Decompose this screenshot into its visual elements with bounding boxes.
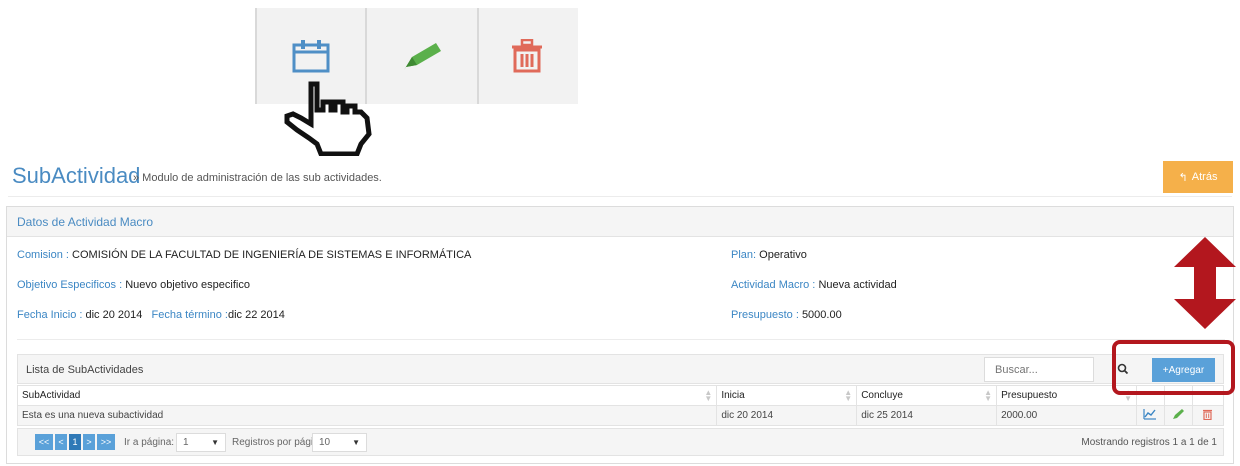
fechas-row: Fecha Inicio : dic 20 2014 Fecha término…	[17, 309, 285, 321]
pagination-bar: << < 1 > >> Ir a página: 1 ▼ Registros p…	[17, 428, 1224, 456]
pointer-hand-icon	[284, 81, 372, 156]
per-page-select[interactable]: 10 ▼	[312, 433, 367, 452]
presupuesto-value: 5000.00	[801, 309, 842, 321]
sort-icon[interactable]: ▲ ▼	[704, 389, 712, 403]
line-chart-icon[interactable]	[1143, 408, 1157, 420]
current-page-button[interactable]: 1	[69, 434, 81, 450]
dropdown-arrow-icon: ▼	[352, 438, 360, 447]
comision-label: Comision :	[17, 249, 69, 261]
objetivo-label: Objetivo Especificos :	[17, 279, 123, 291]
comision-row: Comision : COMISIÓN DE LA FACULTAD DE IN…	[17, 249, 471, 261]
table-row: Esta es una nueva subactividad dic 20 20…	[16, 405, 1225, 426]
next-page-button[interactable]: >	[83, 434, 95, 450]
first-page-button[interactable]: <<	[35, 434, 53, 450]
objetivo-row: Objetivo Especificos : Nuevo objetivo es…	[17, 279, 250, 291]
panel-title: Datos de Actividad Macro	[7, 207, 1233, 237]
search-input[interactable]	[984, 357, 1094, 382]
comision-value: COMISIÓN DE LA FACULTAD DE INGENIERÍA DE…	[72, 249, 472, 261]
goto-page-label: Ir a página:	[124, 437, 175, 448]
goto-page-select[interactable]: 1 ▼	[176, 433, 226, 452]
pencil-icon[interactable]	[1172, 408, 1185, 420]
double-arrow-annotation	[1174, 237, 1236, 329]
edit-action[interactable]	[367, 8, 479, 104]
column-header-subactividad[interactable]: SubActividad ▲ ▼	[16, 385, 718, 406]
presupuesto-label: Presupuesto :	[731, 309, 799, 321]
pencil-icon	[404, 43, 441, 70]
header-divider	[8, 196, 1232, 197]
cell-delete-action	[1191, 405, 1225, 426]
cell-presupuesto: 2000.00	[996, 405, 1137, 426]
delete-action[interactable]	[479, 8, 574, 104]
column-header-concluye[interactable]: Concluye ▲ ▼	[856, 385, 998, 406]
list-title: Lista de SubActividades	[26, 364, 144, 376]
subactividades-header: Lista de SubActividades +Agregar	[17, 354, 1224, 384]
dropdown-arrow-icon: ▼	[211, 438, 219, 447]
sort-icon[interactable]: ▲ ▼	[984, 389, 992, 403]
info-divider	[17, 339, 1225, 340]
cell-inicia: dic 20 2014	[716, 405, 858, 426]
page-title: SubActividad	[12, 163, 141, 188]
back-button-label: Atrás	[1191, 171, 1218, 183]
calendar-icon	[292, 40, 330, 73]
highlight-box-annotation	[1112, 340, 1235, 395]
records-summary: Mostrando registros 1 a 1 de 1	[1081, 437, 1217, 448]
cell-concluye: dic 25 2014	[856, 405, 998, 426]
column-header-inicia[interactable]: Inicia ▲ ▼	[716, 385, 858, 406]
page-subtitle: » Modulo de administración de las sub ac…	[133, 172, 382, 184]
back-button[interactable]: ↰ Atrás	[1163, 161, 1233, 193]
subactividades-table: SubActividad ▲ ▼ Inicia ▲ ▼ Concluye ▲ ▼ Presu…	[16, 385, 1225, 426]
fecha-termino-value: dic 22 2014	[227, 309, 285, 321]
objetivo-value: Nuevo objetivo especifico	[125, 279, 250, 291]
fecha-termino-label: Fecha término :	[151, 309, 228, 321]
presupuesto-row: Presupuesto : 5000.00	[731, 309, 842, 321]
cell-subactividad: Esta es una nueva subactividad	[16, 405, 718, 426]
fecha-inicio-value: dic 20 2014	[85, 309, 143, 321]
actividad-value: Nueva actividad	[818, 279, 897, 291]
sort-icon[interactable]: ▲ ▼	[844, 389, 852, 403]
fecha-inicio-label: Fecha Inicio :	[17, 309, 83, 321]
actividad-macro-panel: Datos de Actividad Macro Comision : COMI…	[6, 206, 1234, 464]
cell-edit-action	[1163, 405, 1193, 426]
trash-icon[interactable]	[1202, 408, 1213, 421]
prev-page-button[interactable]: <	[55, 434, 67, 450]
plan-value: Operativo	[759, 249, 807, 261]
actividad-row: Actividad Macro : Nueva actividad	[731, 279, 897, 291]
plan-label: Plan:	[731, 249, 757, 261]
cell-chart-action	[1135, 405, 1165, 426]
actividad-label: Actividad Macro :	[731, 279, 816, 291]
table-header-row: SubActividad ▲ ▼ Inicia ▲ ▼ Concluye ▲ ▼ Presu…	[16, 385, 1225, 406]
last-page-button[interactable]: >>	[97, 434, 115, 450]
plan-row: Plan: Operativo	[731, 249, 807, 261]
reply-icon: ↰	[1178, 171, 1188, 184]
trash-icon	[511, 39, 542, 73]
